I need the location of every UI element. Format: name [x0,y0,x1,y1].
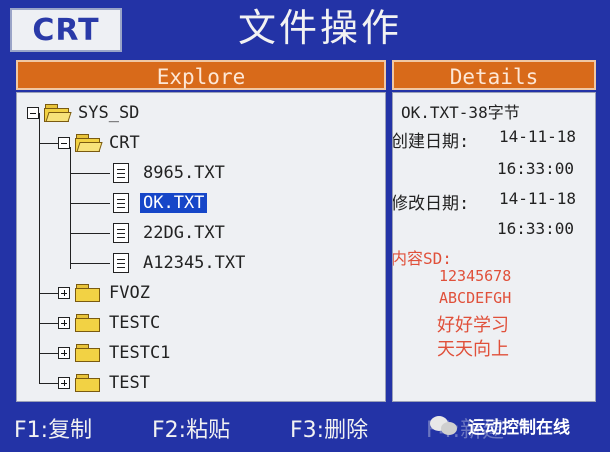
tree-node-testc[interactable]: TESTC [58,310,160,336]
expand-icon[interactable] [58,317,70,329]
modified-time: 16:33:00 [497,219,575,238]
tree-node-label: CRT [109,133,140,153]
screen: CRT 文件操作 Explore Details SYS_SD CRT 8965… [0,0,610,452]
selected-file-label: OK.TXT [140,193,208,213]
details-panel: OK.TXT-38字节 创建日期: 14-11-18 16:33:00 修改日期… [392,92,596,402]
tree-line [39,383,59,384]
tree-file-ok[interactable]: OK.TXT [113,190,208,216]
folder-icon [75,284,101,302]
tree-node-sys-sd[interactable]: SYS_SD [27,100,139,126]
details-header: Details [392,60,596,90]
watermark: 运动控制在线 [430,410,570,440]
content-label: 内容SD: [392,249,452,268]
collapse-icon[interactable] [27,107,39,119]
wechat-icon [430,414,460,436]
logo-text: CRT [32,12,100,48]
file-label: 22DG.TXT [143,223,225,243]
f1-copy-key[interactable]: F1:复制 [14,412,92,444]
file-info: OK.TXT-38字节 [401,103,520,122]
tree-line [70,263,110,264]
file-icon [113,223,129,243]
tree-line [39,143,59,144]
tree-line [39,323,59,324]
modified-label: 修改日期: [392,194,470,214]
tree-line [70,233,110,234]
tree-line [70,203,110,204]
explore-header: Explore [16,60,386,90]
created-date: 14-11-18 [499,127,577,146]
watermark-text: 运动控制在线 [468,417,570,438]
tree-line [39,293,59,294]
content-line: ABCDEFGH [439,289,512,307]
file-label: A12345.TXT [143,253,246,273]
content-line: 12345678 [439,267,512,285]
tree-line [39,113,40,383]
explore-panel[interactable]: SYS_SD CRT 8965.TXT OK.TXT 22DG.TXT A123… [16,92,386,402]
f3-delete-key[interactable]: F3:删除 [290,412,368,444]
expand-icon[interactable] [58,347,70,359]
expand-icon[interactable] [58,377,70,389]
created-time: 16:33:00 [497,159,575,178]
file-label: 8965.TXT [143,163,225,183]
tree-node-testc1[interactable]: TESTC1 [58,340,170,366]
tree-file-22dg[interactable]: 22DG.TXT [113,220,225,246]
tree-node-label: TESTC1 [109,343,171,363]
created-label: 创建日期: [392,132,470,152]
expand-icon[interactable] [58,287,70,299]
tree-node-crt[interactable]: CRT [58,130,140,156]
tree-node-test[interactable]: TEST [58,370,150,396]
tree-file-8965[interactable]: 8965.TXT [113,160,225,186]
modified-date: 14-11-18 [499,189,577,208]
file-icon [113,163,129,183]
tree-line [70,147,71,269]
file-icon [113,253,129,273]
folder-open-icon [44,104,72,122]
f2-paste-key[interactable]: F2:粘贴 [152,412,230,444]
collapse-icon[interactable] [58,137,70,149]
folder-open-icon [75,134,103,152]
folder-icon [75,344,101,362]
tree-node-label: SYS_SD [78,103,140,123]
tree-node-fvoz[interactable]: FVOZ [58,280,150,306]
tree-line [70,173,110,174]
tree-node-label: FVOZ [109,283,150,303]
content-line: 好好学习 [437,315,509,336]
folder-icon [75,314,101,332]
tree-line [39,353,59,354]
folder-icon [75,374,101,392]
tree-node-label: TEST [109,373,150,393]
page-title: 文件操作 [237,6,402,50]
file-icon [113,193,129,213]
tree-node-label: TESTC [109,313,161,333]
tree-file-a12345[interactable]: A12345.TXT [113,250,245,276]
content-line: 天天向上 [437,339,509,360]
crt-logo: CRT [10,8,122,52]
